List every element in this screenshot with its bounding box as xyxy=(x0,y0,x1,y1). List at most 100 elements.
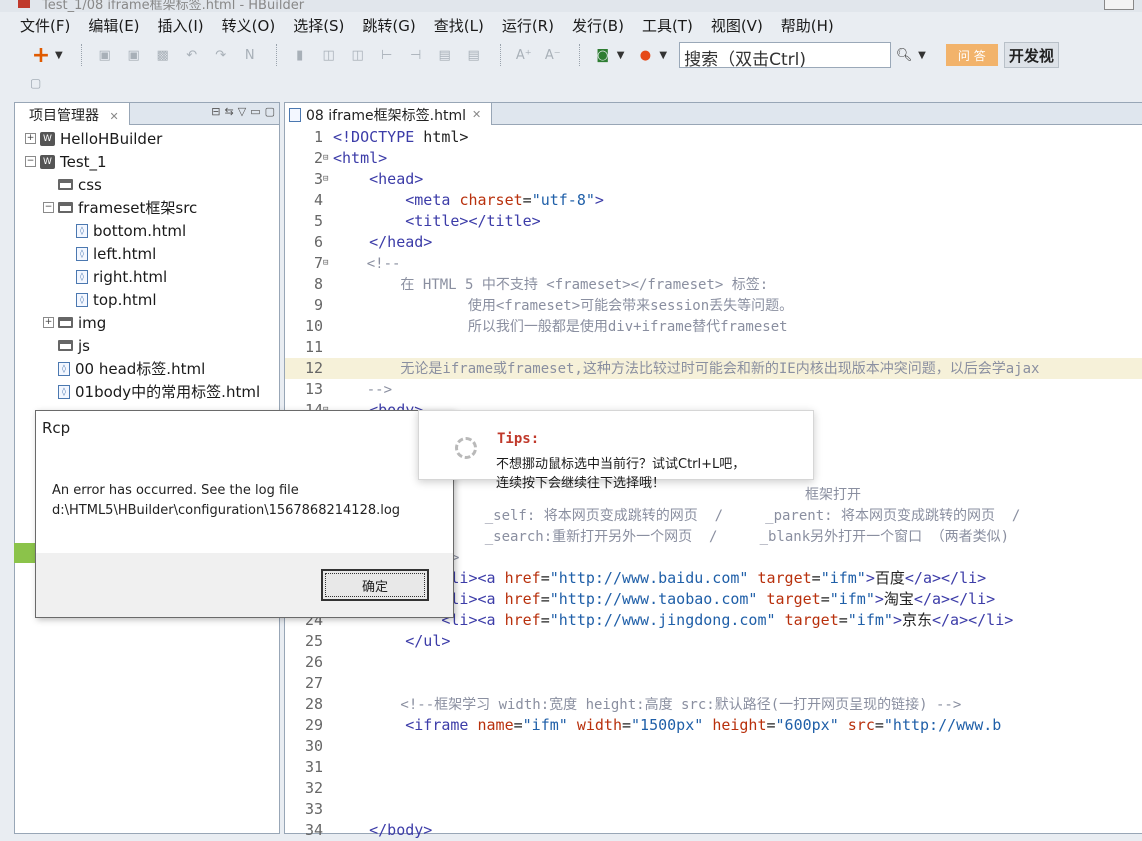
secondary-toolbar-icon[interactable]: ▢ xyxy=(30,76,41,90)
tips-popup: Tips: 不想挪动鼠标选中当前行？试试Ctrl+L吧， 连续按下会继续往下选择… xyxy=(418,410,814,491)
code-token: --> xyxy=(333,382,393,398)
code-token: </a></li> xyxy=(904,569,987,587)
code-token: "ifm" xyxy=(847,611,893,629)
code-token: = xyxy=(513,716,523,734)
view-menu-icon[interactable]: ▽ xyxy=(238,105,246,118)
tree-item[interactable]: + W HelloHBuilder xyxy=(15,127,279,150)
tree-item[interactable]: − W Test_1 xyxy=(15,150,279,173)
line-number: 4 xyxy=(313,191,323,209)
save-icon[interactable]: ▣ xyxy=(92,43,118,67)
tree-item[interactable]: − frameset框架src xyxy=(15,196,279,219)
dev-view-button[interactable]: 开发视 xyxy=(1003,42,1059,68)
ok-button[interactable]: 确定 xyxy=(321,569,429,601)
font-smaller-icon[interactable]: A⁻ xyxy=(540,43,566,67)
menu-goto[interactable]: 跳转(G) xyxy=(362,15,415,36)
browser-dropdown-icon[interactable]: ▼ xyxy=(659,50,667,61)
code-token: <html> xyxy=(333,149,388,167)
menu-select[interactable]: 选择(S) xyxy=(293,15,344,36)
uncomment-icon[interactable]: ▤ xyxy=(461,43,487,67)
tree-item[interactable]: ◊ right.html xyxy=(15,265,279,288)
minimize-icon[interactable]: ▭ xyxy=(250,105,260,118)
format-icon[interactable]: N xyxy=(237,43,263,67)
tree-item[interactable]: + img xyxy=(15,311,279,334)
loading-spinner-icon xyxy=(455,437,477,459)
tree-item[interactable]: js xyxy=(15,334,279,357)
cut-icon[interactable]: ▩ xyxy=(150,43,176,67)
line-number: 27 xyxy=(304,674,323,692)
redo-icon[interactable]: ↷ xyxy=(208,43,234,67)
menu-file[interactable]: 文件(F) xyxy=(20,15,70,36)
fold-icon[interactable]: ⊟ xyxy=(323,253,331,274)
menu-escape[interactable]: 转义(O) xyxy=(222,15,276,36)
menu-publish[interactable]: 发行(B) xyxy=(572,15,624,36)
code-line: 29 <iframe name="ifm" width="1500px" hei… xyxy=(285,715,1142,736)
tree-item[interactable]: ◊ 00 head标签.html xyxy=(15,357,279,380)
bookmark-icon[interactable]: ▮ xyxy=(287,43,313,67)
code-token: target xyxy=(757,569,812,587)
folder-icon xyxy=(58,317,73,328)
close-icon[interactable]: ✕ xyxy=(472,108,481,121)
project-icon: W xyxy=(40,131,55,146)
menu-insert[interactable]: 插入(I) xyxy=(158,15,204,36)
browser-icon[interactable]: ● xyxy=(632,43,658,67)
run-device-dropdown-icon[interactable]: ▼ xyxy=(617,50,625,61)
file-icon: ◊ xyxy=(76,292,88,307)
tree-item[interactable]: ◊ top.html xyxy=(15,288,279,311)
search-icon[interactable]: 🔍︎ xyxy=(891,43,917,67)
expand-icon[interactable]: + xyxy=(43,317,54,328)
comment-icon[interactable]: ▤ xyxy=(432,43,458,67)
code-line: 25 </ul> xyxy=(285,631,1142,652)
code-token: </head> xyxy=(369,233,433,251)
menu-find[interactable]: 查找(L) xyxy=(434,15,484,36)
run-device-icon[interactable]: ◙ xyxy=(590,43,616,67)
tree-item[interactable]: ◊ 01body中的常用标签.html xyxy=(15,380,279,403)
file-icon: ◊ xyxy=(58,361,70,376)
menu-tools[interactable]: 工具(T) xyxy=(642,15,693,36)
collapse-icon[interactable]: − xyxy=(43,202,54,213)
menu-view[interactable]: 视图(V) xyxy=(711,15,763,36)
search-dropdown-icon[interactable]: ▼ xyxy=(918,50,926,61)
outdent-icon[interactable]: ⊣ xyxy=(403,43,429,67)
editor-tab[interactable]: 08 iframe框架标签.html ✕ xyxy=(285,102,493,125)
new-plus-icon[interactable]: + xyxy=(28,43,54,68)
code-token: <iframe xyxy=(405,716,478,734)
code-line: 32 xyxy=(285,778,1142,799)
code-line: 12 无论是iframe或frameset,这种方法比较过时可能会和新的IE内核… xyxy=(285,358,1142,379)
menu-help[interactable]: 帮助(H) xyxy=(781,15,834,36)
expand-icon[interactable]: + xyxy=(25,133,36,144)
code-token: 所以我们一般都是使用div+iframe替代frameset xyxy=(333,319,788,335)
tree-item[interactable]: css xyxy=(15,173,279,196)
save-all-icon[interactable]: ▣ xyxy=(121,43,147,67)
line-number: 26 xyxy=(304,653,323,671)
fold-icon[interactable]: ⊟ xyxy=(323,148,331,169)
close-icon[interactable]: ✕ xyxy=(109,110,118,123)
bookmark-next-icon[interactable]: ◫ xyxy=(345,43,371,67)
tree-item[interactable]: ◊ left.html xyxy=(15,242,279,265)
undo-icon[interactable]: ↶ xyxy=(179,43,205,67)
wenda-button[interactable]: 问 答 xyxy=(945,44,998,66)
menu-edit[interactable]: 编辑(E) xyxy=(88,15,139,36)
line-number: 5 xyxy=(313,212,323,230)
collapse-all-icon[interactable]: ⊟ xyxy=(211,105,220,118)
maximize-icon[interactable]: ▢ xyxy=(265,105,275,118)
new-dropdown-icon[interactable]: ▼ xyxy=(55,50,63,61)
font-larger-icon[interactable]: A⁺ xyxy=(511,43,537,67)
project-manager-tab[interactable]: 项目管理器 ✕ xyxy=(15,102,130,125)
line-number: 29 xyxy=(304,716,323,734)
menu-bar: 文件(F) 编辑(E) 插入(I) 转义(O) 选择(S) 跳转(G) 查找(L… xyxy=(0,12,1142,38)
fold-icon[interactable]: ⊟ xyxy=(323,169,331,190)
indent-icon[interactable]: ⊢ xyxy=(374,43,400,67)
dialog-title: Rcp xyxy=(42,419,71,437)
bookmark-prev-icon[interactable]: ◫ xyxy=(316,43,342,67)
tree-item[interactable]: ◊ bottom.html xyxy=(15,219,279,242)
code-line: 28 <!--框架学习 width:宽度 height:高度 src:默认路径(… xyxy=(285,694,1142,715)
code-text: <!-- xyxy=(333,253,401,275)
code-token: = xyxy=(820,590,830,608)
link-editor-icon[interactable]: ⇆ xyxy=(225,105,234,118)
restore-button[interactable] xyxy=(1104,0,1134,10)
search-input[interactable]: 搜索（双击Ctrl) xyxy=(679,42,892,68)
menu-run[interactable]: 运行(R) xyxy=(502,15,554,36)
collapse-icon[interactable]: − xyxy=(25,156,36,167)
